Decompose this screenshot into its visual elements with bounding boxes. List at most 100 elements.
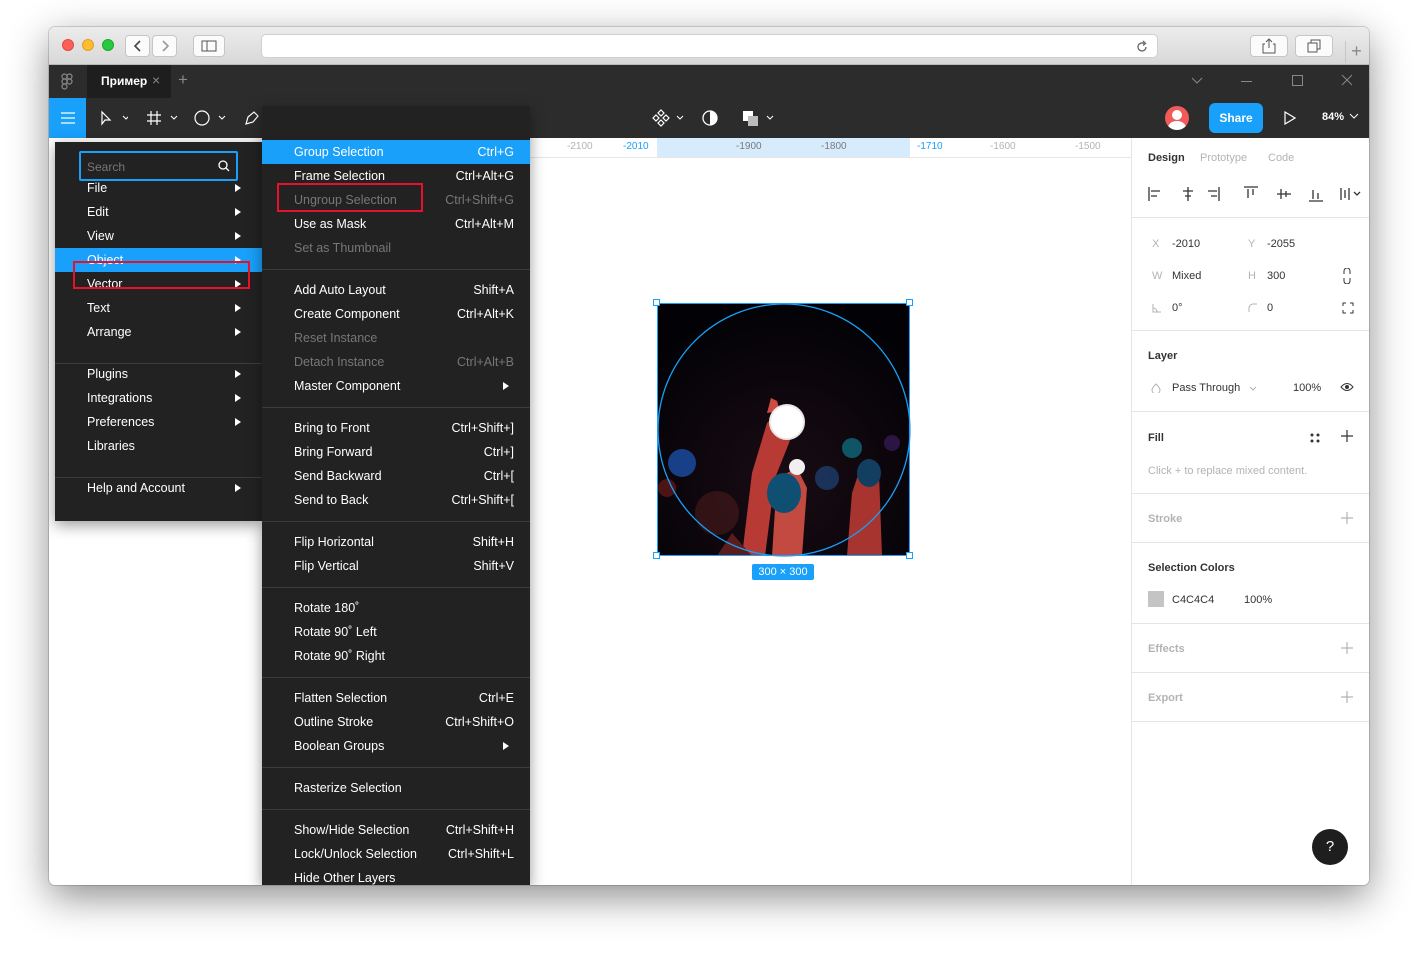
style-grid-icon[interactable] — [1309, 432, 1321, 444]
move-tool-button[interactable] — [95, 108, 131, 128]
menu-item-flip-horizontal[interactable]: Flip Horizontal Shift+H — [262, 530, 530, 554]
present-icon[interactable] — [1284, 111, 1296, 125]
close-icon[interactable] — [1341, 74, 1353, 86]
resize-handle-bottom-left[interactable] — [653, 552, 660, 559]
x-input[interactable]: -2010 — [1172, 238, 1200, 250]
tabs-overview-button[interactable] — [1295, 35, 1333, 57]
ruler-selection-range — [657, 138, 910, 157]
add-tab-button[interactable]: + — [178, 70, 188, 90]
menu-item-edit[interactable]: Edit — [55, 200, 262, 224]
zoom-level[interactable]: 84% — [1322, 111, 1359, 123]
menu-item-preferences[interactable]: Preferences — [55, 410, 262, 434]
resize-handle-top-right[interactable] — [906, 299, 913, 306]
menu-item-flatten-selection[interactable]: Flatten Selection Ctrl+E — [262, 686, 530, 710]
figma-logo-icon[interactable] — [61, 73, 73, 90]
help-button[interactable]: ? — [1312, 829, 1348, 865]
menu-item-use-as-mask[interactable]: Use as Mask Ctrl+Alt+M — [262, 212, 530, 236]
menu-item-boolean-groups[interactable]: Boolean Groups — [262, 734, 530, 758]
menu-item-integrations[interactable]: Integrations — [55, 386, 262, 410]
back-button[interactable] — [125, 35, 150, 57]
layer-opacity-input[interactable]: 100% — [1293, 382, 1321, 394]
add-export-icon[interactable] — [1341, 691, 1353, 703]
menu-item-lock-unlock-selection[interactable]: Lock/Unlock Selection Ctrl+Shift+L — [262, 842, 530, 866]
tab-code[interactable]: Code — [1268, 152, 1294, 164]
resize-handle-bottom-right[interactable] — [906, 552, 913, 559]
avatar[interactable] — [1165, 106, 1189, 130]
component-tool-button[interactable] — [652, 108, 686, 128]
resize-handle-top-left[interactable] — [653, 299, 660, 306]
menu-item-label: Outline Stroke — [294, 715, 374, 729]
browser-toolbar: + — [49, 27, 1369, 65]
address-bar[interactable] — [261, 34, 1158, 58]
close-window-button[interactable] — [62, 39, 74, 51]
menu-item-label: Rasterize Selection — [294, 781, 402, 795]
minimize-window-button[interactable] — [82, 39, 94, 51]
menu-item-shortcut: Ctrl+Alt+B — [457, 355, 514, 369]
color-opacity[interactable]: 100% — [1244, 594, 1272, 606]
ruler-label-selection-start: -2010 — [623, 141, 649, 152]
tab-prototype[interactable]: Prototype — [1200, 152, 1247, 164]
browser-window: + Пример × + Share 84% -2100 -2010 -1900… — [49, 27, 1369, 885]
corner-radius-input[interactable]: 0 — [1267, 302, 1273, 314]
menu-item-show-hide-selection[interactable]: Show/Hide Selection Ctrl+Shift+H — [262, 818, 530, 842]
add-stroke-icon[interactable] — [1341, 512, 1353, 524]
minimize-icon[interactable] — [1241, 81, 1252, 82]
w-input[interactable]: Mixed — [1172, 270, 1201, 282]
independent-corners-icon[interactable] — [1342, 302, 1354, 314]
menu-item-hide-other-layers[interactable]: Hide Other Layers — [262, 866, 530, 885]
menu-item-bring-forward[interactable]: Bring Forward Ctrl+] — [262, 440, 530, 464]
menu-item-bring-to-front[interactable]: Bring to Front Ctrl+Shift+] — [262, 416, 530, 440]
mask-tool-button[interactable] — [700, 108, 720, 128]
menu-item-help-and-account[interactable]: Help and Account — [55, 476, 262, 500]
eye-icon[interactable] — [1340, 382, 1354, 392]
h-input[interactable]: 300 — [1267, 270, 1285, 282]
menu-item-rasterize-selection[interactable]: Rasterize Selection — [262, 776, 530, 800]
color-hex[interactable]: C4C4C4 — [1172, 594, 1214, 606]
new-tab-button[interactable]: + — [1345, 41, 1367, 63]
menu-item-rotate-90-right[interactable]: Rotate 90˚ Right — [262, 644, 530, 668]
menu-item-plugins[interactable]: Plugins — [55, 362, 262, 386]
frame-tool-button[interactable] — [145, 108, 181, 128]
menu-item-arrange[interactable]: Arrange — [55, 320, 262, 344]
sidebar-toggle-button[interactable] — [193, 35, 225, 57]
share-page-button[interactable] — [1250, 35, 1288, 57]
menu-item-group-selection[interactable]: Group Selection Ctrl+G — [262, 140, 530, 164]
menu-item-text[interactable]: Text — [55, 296, 262, 320]
boolean-tool-button[interactable] — [741, 108, 777, 128]
menu-item-add-auto-layout[interactable]: Add Auto Layout Shift+A — [262, 278, 530, 302]
menu-item-file[interactable]: File — [55, 176, 262, 200]
main-menu-button[interactable] — [49, 98, 86, 138]
constrain-proportions-icon[interactable] — [1342, 268, 1352, 284]
menu-item-rotate-180[interactable]: Rotate 180˚ — [262, 596, 530, 620]
close-tab-icon[interactable]: × — [152, 72, 160, 88]
reload-icon[interactable] — [1135, 40, 1149, 54]
menu-item-label: Rotate 90˚ Right — [294, 649, 386, 663]
y-label: Y — [1248, 238, 1256, 250]
add-fill-icon[interactable] — [1341, 430, 1353, 442]
maximize-icon[interactable] — [1292, 75, 1303, 86]
menu-item-send-to-back[interactable]: Send to Back Ctrl+Shift+[ — [262, 488, 530, 512]
menu-item-create-component[interactable]: Create Component Ctrl+Alt+K — [262, 302, 530, 326]
share-button[interactable]: Share — [1209, 103, 1263, 133]
color-swatch[interactable] — [1148, 591, 1164, 607]
menu-item-libraries[interactable]: Libraries — [55, 434, 262, 458]
menu-item-rotate-90-left[interactable]: Rotate 90˚ Left — [262, 620, 530, 644]
menu-item-send-backward[interactable]: Send Backward Ctrl+[ — [262, 464, 530, 488]
shape-tool-button[interactable] — [193, 108, 229, 128]
forward-button[interactable] — [152, 35, 177, 57]
zoom-window-button[interactable] — [102, 39, 114, 51]
pen-tool-button[interactable] — [241, 108, 263, 128]
add-effect-icon[interactable] — [1341, 642, 1353, 654]
menu-item-view[interactable]: View — [55, 224, 262, 248]
corner-radius-icon — [1248, 303, 1257, 312]
file-tab[interactable]: Пример × — [87, 65, 171, 98]
tab-design[interactable]: Design — [1148, 152, 1185, 164]
y-input[interactable]: -2055 — [1267, 238, 1295, 250]
menu-item-master-component[interactable]: Master Component — [262, 374, 530, 398]
rotation-input[interactable]: 0° — [1172, 302, 1183, 314]
chevron-down-icon[interactable] — [1191, 77, 1203, 85]
blend-mode-select[interactable]: Pass Through — [1172, 382, 1240, 394]
menu-item-outline-stroke[interactable]: Outline Stroke Ctrl+Shift+O — [262, 710, 530, 734]
menu-item-flip-vertical[interactable]: Flip Vertical Shift+V — [262, 554, 530, 578]
ruler-label: -1800 — [821, 141, 847, 152]
